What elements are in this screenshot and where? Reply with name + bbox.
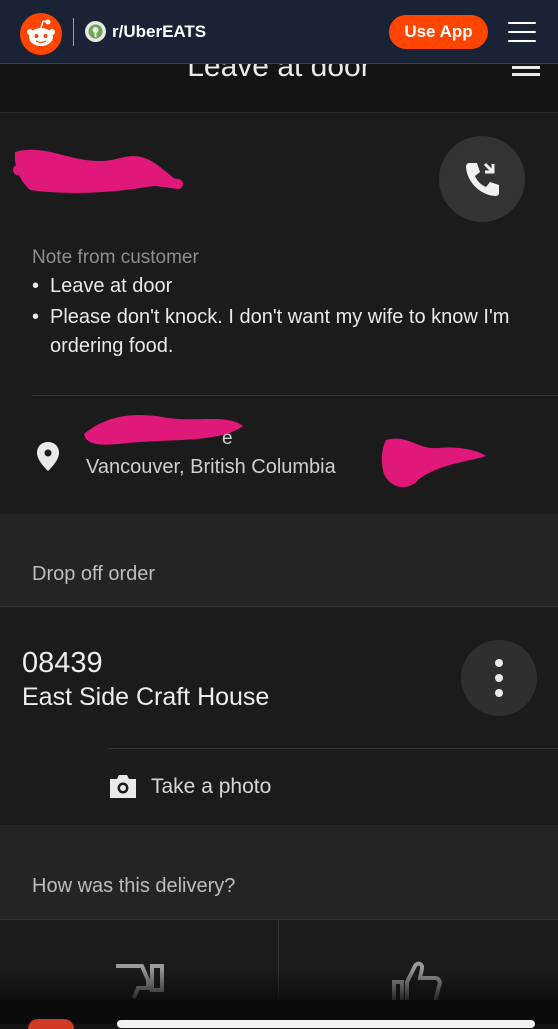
subreddit-name[interactable]: r/UberEATS [112,21,206,43]
restaurant-name: East Side Craft House [22,683,270,711]
feedback-section [0,825,558,920]
use-app-button[interactable]: Use App [389,15,488,49]
reddit-tab-icon[interactable] [28,1019,74,1029]
drop-off-section [0,514,558,607]
camera-icon [108,772,138,800]
divider [108,748,558,749]
feedback-label: How was this delivery? [32,875,236,897]
subreddit-icon[interactable] [85,21,106,42]
address-line-2: Vancouver, British Columbia [86,456,336,478]
phone-icon [466,162,499,196]
location-pin-icon [35,440,61,474]
drop-off-label: Drop off order [32,563,156,585]
order-id: 08439 [22,647,103,679]
divider [32,395,558,396]
bullet-dot: • [32,306,40,328]
note-bullet-2: Please don't knock. I don't want my wife… [50,306,510,357]
list-icon[interactable] [512,66,540,78]
reddit-logo-icon[interactable] [20,13,62,55]
hamburger-menu-icon[interactable] [508,18,538,46]
redaction-scribble-name [13,149,183,193]
redaction-scribble-postal [381,438,486,488]
title-strip: Leave at door [0,64,558,112]
note-label: Note from customer [32,247,199,268]
url-bar[interactable] [117,1020,535,1028]
more-options-button[interactable] [461,640,537,716]
call-customer-button[interactable] [439,136,525,222]
note-bullet-1: Leave at door [50,275,173,297]
take-photo-label[interactable]: Take a photo [151,775,271,799]
bullet-dot: • [32,275,40,297]
redaction-scribble-street [84,415,243,445]
header-divider [73,18,74,46]
page-title: Leave at door [187,64,371,83]
